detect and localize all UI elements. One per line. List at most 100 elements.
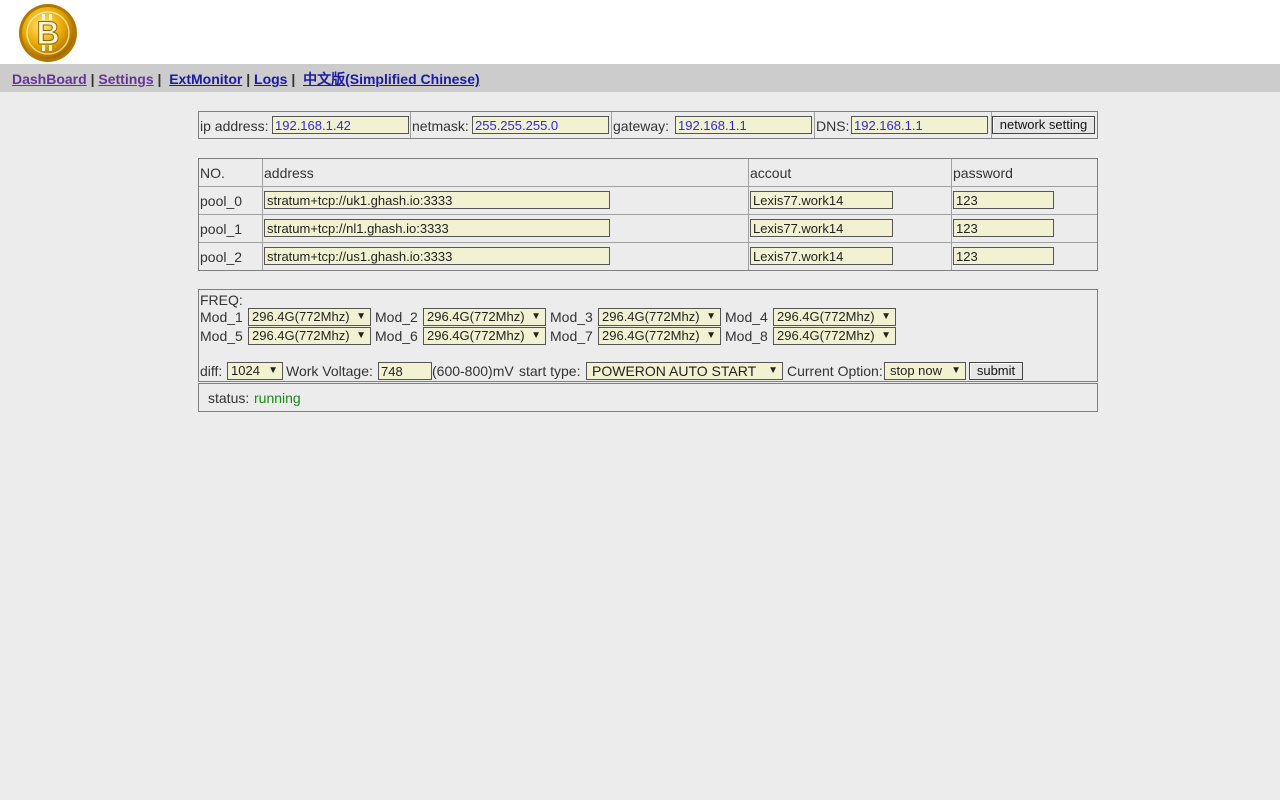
nav-separator: | [246,71,251,87]
start-type-value: POWERON AUTO START [592,363,757,379]
pool-0-address-input[interactable] [264,191,610,209]
table-row: pool_0 [199,187,1097,215]
mod-7-label: Mod_7 [550,328,593,344]
mod-2-label: Mod_2 [375,309,418,325]
mod-1-value: 296.4G(772Mhz) [252,309,350,324]
mod-5-select[interactable]: 296.4G(772Mhz) ▼ [248,327,371,345]
work-voltage-input[interactable] [378,362,432,380]
pool-2-address-input[interactable] [264,247,610,265]
mod-6-value: 296.4G(772Mhz) [427,328,525,343]
chevron-down-icon: ▼ [356,311,366,322]
mod-2-value: 296.4G(772Mhz) [427,309,525,324]
chevron-down-icon: ▼ [881,311,891,322]
nav-settings-link[interactable]: Settings [98,71,153,87]
chevron-down-icon: ▼ [531,330,541,341]
ip-address-input[interactable] [272,116,409,134]
nav-separator: | [157,71,162,87]
status-value: running [254,390,301,406]
nav-links: DashBoard | Settings | ExtMonitor | Logs… [12,69,480,89]
chevron-down-icon: ▼ [706,330,716,341]
voltage-range-label: (600-800)mV [432,363,514,379]
dns-label: DNS: [816,118,850,134]
table-row: pool_1 [199,215,1097,243]
netmask-label: netmask: [412,118,469,134]
mod-4-value: 296.4G(772Mhz) [777,309,875,324]
mod-2-select[interactable]: 296.4G(772Mhz) ▼ [423,308,546,326]
chevron-down-icon: ▼ [356,330,366,341]
mod-6-label: Mod_6 [375,328,418,344]
nav-dashboard-link[interactable]: DashBoard [12,71,87,87]
ip-address-label: ip address: [200,118,269,134]
nav-separator: | [90,71,95,87]
col-header-password: password [953,165,1013,181]
status-label: status: [208,390,250,406]
svg-text:B: B [36,15,59,51]
bitcoin-logo-icon: B [19,4,77,62]
pool-name: pool_1 [200,221,243,237]
current-option-select[interactable]: stop now ▼ [884,362,966,380]
mod-5-label: Mod_5 [200,328,243,344]
work-voltage-label: Work Voltage: [286,363,373,379]
mod-1-select[interactable]: 296.4G(772Mhz) ▼ [248,308,371,326]
mod-3-value: 296.4G(772Mhz) [602,309,700,324]
mod-8-label: Mod_8 [725,328,768,344]
table-header-row: NO. address accout password [199,159,1097,187]
start-type-select[interactable]: POWERON AUTO START ▼ [586,362,783,380]
nav-separator: | [291,71,296,87]
ip-cell: ip address: [199,112,411,138]
nav-logs-link[interactable]: Logs [254,71,287,87]
pool-2-password-input[interactable] [953,247,1054,265]
pool-2-account-input[interactable] [750,247,893,265]
gateway-cell: gateway: [612,112,815,138]
mod-3-select[interactable]: 296.4G(772Mhz) ▼ [598,308,721,326]
dns-cell: DNS: [815,112,992,138]
col-header-address: address [264,165,314,181]
gateway-input[interactable] [675,116,812,134]
mod-7-value: 296.4G(772Mhz) [602,328,700,343]
mod-8-value: 296.4G(772Mhz) [777,328,875,343]
mod-4-select[interactable]: 296.4G(772Mhz) ▼ [773,308,896,326]
gateway-label: gateway: [613,118,670,134]
pool-1-password-input[interactable] [953,219,1054,237]
mod-3-label: Mod_3 [550,309,593,325]
pools-table: NO. address accout password pool_0 pool_… [198,158,1098,271]
nav-bar: DashBoard | Settings | ExtMonitor | Logs… [0,64,1280,92]
pool-name: pool_0 [200,193,243,209]
network-setting-button[interactable]: network setting [992,116,1095,134]
pool-0-account-input[interactable] [750,191,893,209]
pool-1-address-input[interactable] [264,219,610,237]
nav-extmonitor-link[interactable]: ExtMonitor [169,71,242,87]
pool-1-account-input[interactable] [750,219,893,237]
netmask-cell: netmask: [411,112,612,138]
dns-input[interactable] [851,116,988,134]
diff-select[interactable]: 1024 ▼ [227,362,283,380]
pool-name: pool_2 [200,249,243,265]
chevron-down-icon: ▼ [706,311,716,322]
start-type-label: start type: [519,363,581,379]
freq-label: FREQ: [200,292,243,308]
diff-label: diff: [200,363,223,379]
mod-1-label: Mod_1 [200,309,243,325]
mod-7-select[interactable]: 296.4G(772Mhz) ▼ [598,327,721,345]
submit-button[interactable]: submit [969,362,1023,380]
chevron-down-icon: ▼ [881,330,891,341]
header: B [0,0,1280,64]
chevron-down-icon: ▼ [531,311,541,322]
chevron-down-icon: ▼ [768,365,778,376]
diff-value: 1024 [231,363,260,378]
network-settings-panel: ip address: netmask: gateway: DNS: netwo… [198,111,1098,139]
pool-0-password-input[interactable] [953,191,1054,209]
current-option-label: Current Option: [787,363,883,379]
status-panel: status: running [198,383,1098,412]
mod-6-select[interactable]: 296.4G(772Mhz) ▼ [423,327,546,345]
col-header-account: accout [750,165,792,181]
current-option-value: stop now [890,363,943,378]
freq-panel: FREQ: Mod_1 296.4G(772Mhz) ▼ Mod_2 296.4G… [198,289,1098,382]
nav-chinese-link[interactable]: 中文版(Simplified Chinese) [303,71,480,87]
table-row: pool_2 [199,243,1097,271]
col-header-no: NO. [200,165,225,181]
chevron-down-icon: ▼ [268,365,278,376]
netmask-input[interactable] [472,116,609,134]
chevron-down-icon: ▼ [951,365,961,376]
mod-8-select[interactable]: 296.4G(772Mhz) ▼ [773,327,896,345]
